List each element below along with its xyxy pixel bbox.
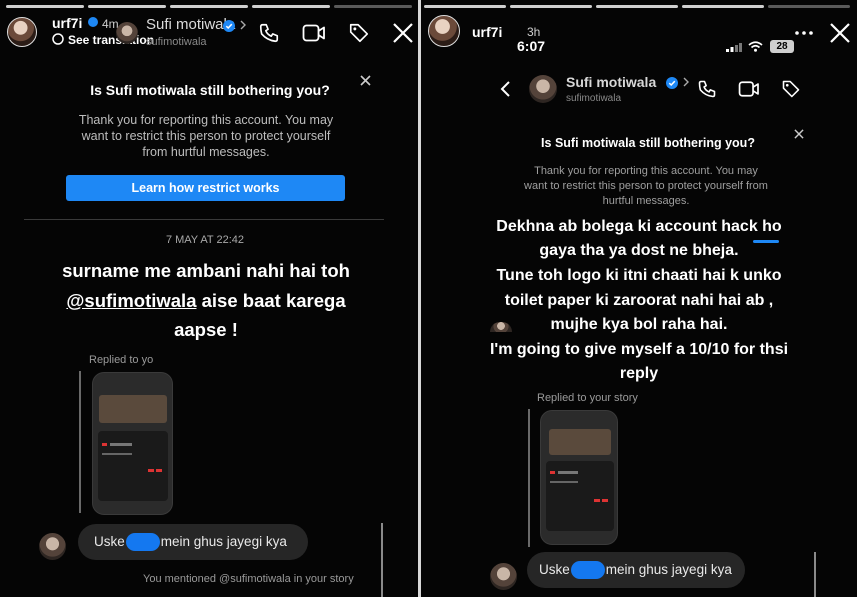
back-chevron-icon[interactable] [499, 80, 511, 98]
dm-contact-handle: sufimotiwala [566, 93, 622, 104]
replied-to-label: Replied to yo [89, 354, 154, 366]
story-caption-line3: aapse ! [174, 319, 238, 340]
dm-contact-name[interactable]: Sufi motiwala [146, 16, 235, 33]
story-progress-bar [6, 5, 412, 8]
story-caption-line5: mujhe kya bol raha hai. [550, 316, 728, 333]
wifi-icon [748, 41, 763, 52]
tag-icon[interactable] [781, 79, 801, 99]
replied-to-label: Replied to your story [537, 392, 638, 404]
censor-scribble [570, 561, 605, 580]
dm-contact-avatar [529, 75, 557, 103]
story-caption-line1: surname me ambani nahi hai toh [62, 260, 350, 281]
story-thumbnail[interactable] [92, 372, 173, 515]
story-caption-line2: @sufimotiwala aise baat karega [0, 290, 412, 312]
restrict-card-title: Is Sufi motiwala still bothering you? [90, 82, 330, 98]
bubble-text-end: mein ghus jayegi kya [160, 534, 287, 549]
bubble-text-end: mein ghus jayegi kya [605, 562, 732, 577]
verified-badge-icon [223, 20, 235, 32]
story-caption-line2: gaya tha ya dost ne bheja. [539, 242, 739, 259]
card-divider [24, 219, 384, 220]
story-caption-line7: reply [619, 365, 659, 382]
verified-badge-icon [666, 77, 678, 89]
verified-badge-icon [88, 17, 98, 27]
restrict-card-body: Thank you for reporting this account. Yo… [78, 113, 334, 159]
story-time: 3h [527, 25, 541, 39]
phone-icon[interactable] [258, 22, 280, 44]
scroll-indicator [814, 552, 816, 597]
learn-restrict-button[interactable]: Learn how restrict works [66, 175, 345, 201]
mention-link[interactable]: @sufimotiwala [66, 290, 196, 311]
close-icon[interactable] [392, 22, 414, 44]
chevron-right-icon [239, 19, 247, 31]
restrict-card-title: Is Sufi motiwala still bothering you? [541, 136, 755, 150]
story-caption-line4: toilet paper ki zaroorat nahi hai ab , [504, 292, 774, 309]
video-call-icon[interactable] [302, 23, 326, 43]
censor-scribble [125, 533, 160, 552]
sender-avatar [39, 533, 66, 560]
bubble-text-start: Uske [539, 562, 570, 577]
reply-thread-line [79, 371, 81, 513]
tag-icon[interactable] [348, 22, 370, 44]
dm-contact-avatar [116, 22, 138, 44]
story-thumbnail[interactable] [540, 410, 618, 545]
story-caption-line1: Dekhna ab bolega ki account hack ho [496, 218, 782, 235]
story-caption-line6: I'm going to give myself a 10/10 for ths… [489, 341, 789, 358]
left-story-screenshot: urf7i 4m See translation Sufi motiwala s… [0, 0, 418, 597]
translate-icon [52, 33, 64, 45]
thumbnail-screen [98, 431, 168, 501]
bubble-text-start: Uske [94, 534, 125, 549]
right-story-screenshot: urf7i 3h 6:07 28 Sufi motiwala sufimotiw… [421, 0, 857, 597]
message-date: 7 MAY AT 22:42 [165, 234, 245, 246]
story-avatar[interactable] [428, 15, 460, 47]
video-call-icon[interactable] [738, 80, 760, 98]
scroll-indicator [381, 523, 383, 597]
phone-icon[interactable] [697, 79, 717, 99]
story-progress-bar [424, 5, 850, 8]
signal-icon [726, 43, 742, 52]
story-username[interactable]: urf7i [472, 24, 502, 40]
thumbnail-image [99, 395, 167, 423]
see-translation-link[interactable]: See translation [68, 33, 154, 47]
story-username[interactable]: urf7i [52, 15, 82, 31]
thumbnail-image [549, 429, 611, 455]
sender-avatar [490, 563, 517, 590]
story-avatar[interactable] [7, 17, 37, 47]
message-bubble[interactable]: Uske mein ghus jayegi kya [527, 552, 745, 588]
close-icon[interactable] [829, 22, 851, 44]
chevron-right-icon [682, 76, 690, 88]
message-bubble[interactable]: Uske mein ghus jayegi kya [78, 524, 308, 560]
caption-text: aise baat karega [196, 290, 346, 311]
more-options-icon[interactable] [795, 31, 813, 35]
status-clock: 6:07 [517, 38, 546, 54]
battery-indicator: 28 [770, 40, 794, 53]
story-caption-line3: Tune toh logo ki itni chaati hai k unko [496, 267, 782, 284]
restrict-card-body: Thank you for reporting this account. Yo… [524, 165, 768, 207]
dm-contact-handle: sufimotiwala [146, 36, 207, 48]
mentioned-note: You mentioned @sufimotiwala in your stor… [143, 573, 354, 585]
thumbnail-screen [546, 461, 614, 531]
dm-contact-name[interactable]: Sufi motiwala [566, 74, 656, 90]
reply-thread-line [528, 409, 530, 547]
